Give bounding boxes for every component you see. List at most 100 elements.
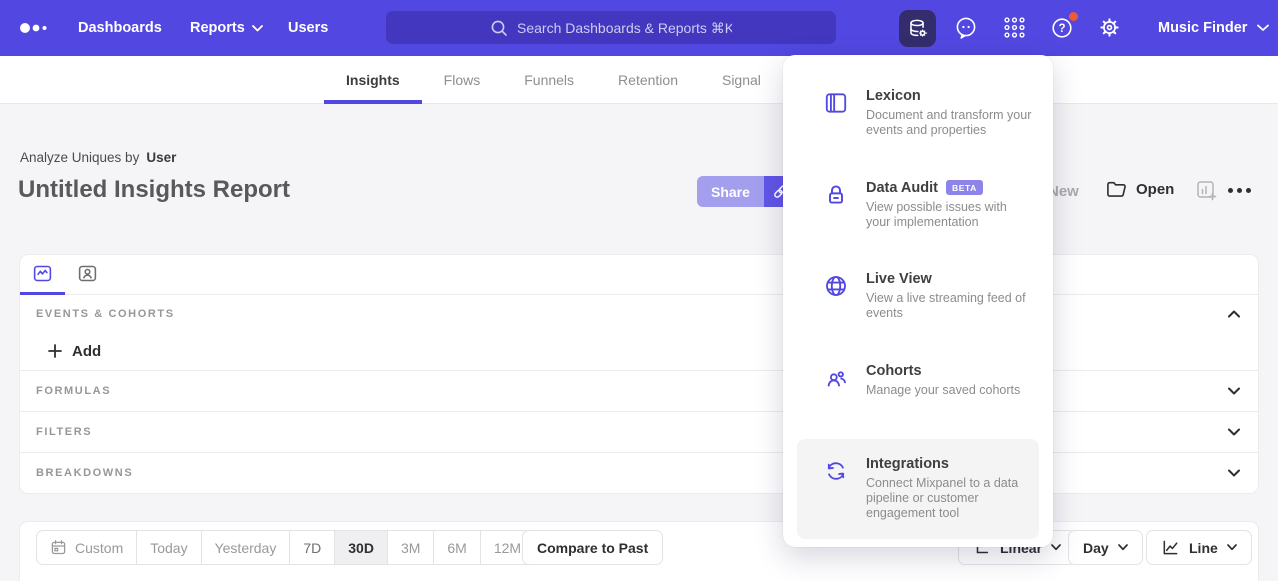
line-chart-icon [1161, 538, 1180, 557]
chevron-down-icon[interactable] [1228, 387, 1240, 395]
add-to-dashboard-icon[interactable] [1196, 180, 1218, 202]
plus-icon [48, 344, 62, 358]
events-cohorts-section[interactable]: EVENTS & COHORTS [20, 295, 1258, 332]
feedback-bubble-icon [953, 15, 979, 41]
segment-label: 12M [494, 540, 521, 556]
nav-reports-label: Reports [190, 20, 245, 36]
tab-flows[interactable]: Flows [422, 56, 503, 104]
database-gear-icon [906, 17, 929, 40]
menu-item-title: Live View [866, 271, 1034, 287]
menu-item-highlight: Integrations Connect Mixpanel to a data … [797, 439, 1039, 539]
data-tools-menu: Lexicon Document and transform your even… [783, 55, 1053, 547]
formulas-section[interactable]: FORMULAS [20, 370, 1258, 411]
segment-label: 3M [401, 540, 420, 556]
chevron-down-icon [1051, 544, 1061, 551]
feedback-button[interactable] [953, 15, 979, 41]
help-button[interactable]: ? [1049, 15, 1075, 41]
tab-signal[interactable]: Signal [700, 56, 783, 104]
chevron-down-icon[interactable] [1228, 428, 1240, 436]
add-event-button[interactable]: Add [20, 332, 1258, 370]
insights-chart-icon [32, 263, 53, 284]
segment-label: Yesterday [215, 540, 277, 556]
interval-dropdown[interactable]: Day [1068, 530, 1143, 565]
settings-button[interactable] [1097, 15, 1122, 40]
events-cohorts-label: EVENTS & COHORTS [36, 308, 175, 320]
calendar-icon [50, 539, 67, 556]
tab-funnels[interactable]: Funnels [502, 56, 596, 104]
nav-users-label: Users [288, 20, 328, 36]
mixpanel-logo-icon[interactable] [18, 18, 54, 38]
grid-dots-icon [1002, 15, 1027, 40]
apps-menu-button[interactable] [1002, 15, 1027, 40]
cohorts-icon [823, 363, 849, 398]
menu-item-live-view[interactable]: Live View View a live streaming feed of … [783, 271, 1053, 322]
search-icon [490, 19, 508, 37]
more-options-button[interactable] [1228, 188, 1251, 193]
segment-label: Today [150, 540, 187, 556]
segment-label: 30D [348, 540, 374, 556]
menu-item-title: Cohorts [866, 363, 1034, 379]
menu-item-data-audit[interactable]: Data Audit BETA View possible issues wit… [783, 180, 1053, 231]
subtitle-prefix: Analyze Uniques by [20, 150, 139, 165]
data-management-button[interactable] [899, 10, 936, 47]
beta-badge: BETA [946, 180, 983, 195]
interval-value: Day [1083, 540, 1109, 556]
builder-icon-tabs [20, 255, 1258, 295]
menu-item-integrations[interactable]: Integrations Connect Mixpanel to a data … [797, 456, 1029, 522]
range-30d[interactable]: 30D [334, 531, 387, 564]
tab-profiles-view[interactable] [65, 255, 110, 295]
range-custom[interactable]: Custom [37, 531, 136, 564]
range-6m[interactable]: 6M [433, 531, 479, 564]
nav-users[interactable]: Users [288, 0, 328, 56]
tab-label: Flows [444, 72, 481, 88]
chart-type-value: Line [1189, 540, 1218, 556]
filters-section[interactable]: FILTERS [20, 411, 1258, 452]
filters-label: FILTERS [36, 426, 92, 438]
tab-label: Funnels [524, 72, 574, 88]
live-view-icon [823, 271, 849, 322]
nav-dashboards[interactable]: Dashboards [78, 0, 162, 56]
segment-label: 7D [303, 540, 321, 556]
menu-item-title: Integrations [866, 456, 1034, 472]
nav-reports[interactable]: Reports [190, 0, 263, 56]
range-yesterday[interactable]: Yesterday [201, 531, 290, 564]
tab-insights[interactable]: Insights [324, 56, 422, 104]
report-tab-bar: Insights Flows Funnels Retention Signal … [0, 56, 1278, 104]
page-title[interactable]: Untitled Insights Report [18, 176, 290, 204]
workspace-name: Music Finder [1158, 20, 1247, 36]
formulas-label: FORMULAS [36, 385, 111, 397]
chevron-up-icon[interactable] [1228, 310, 1240, 318]
folder-icon [1106, 180, 1127, 198]
tab-label: Signal [722, 72, 761, 88]
chart-type-dropdown[interactable]: Line [1146, 530, 1252, 565]
share-button[interactable]: Share [697, 176, 764, 207]
share-label: Share [711, 184, 750, 200]
menu-item-desc: View possible issues with your implement… [866, 200, 1034, 231]
data-audit-icon [823, 180, 849, 231]
segment-label: Custom [75, 540, 123, 556]
add-label: Add [72, 343, 101, 360]
menu-item-lexicon[interactable]: Lexicon Document and transform your even… [783, 88, 1053, 139]
chevron-down-icon[interactable] [1228, 469, 1240, 477]
global-search[interactable] [386, 11, 836, 44]
open-report-button[interactable]: Open [1106, 180, 1174, 198]
breakdowns-label: BREAKDOWNS [36, 467, 133, 479]
range-7d[interactable]: 7D [289, 531, 334, 564]
tab-label: Retention [618, 72, 678, 88]
menu-item-desc: Connect Mixpanel to a data pipeline or c… [866, 476, 1034, 522]
search-input[interactable] [517, 20, 732, 36]
menu-item-desc: Document and transform your events and p… [866, 108, 1034, 139]
menu-item-title: Lexicon [866, 88, 1034, 104]
range-3m[interactable]: 3M [387, 531, 433, 564]
tab-events-view[interactable] [20, 255, 65, 295]
menu-item-cohorts[interactable]: Cohorts Manage your saved cohorts [783, 363, 1053, 398]
breakdowns-section[interactable]: BREAKDOWNS [20, 452, 1258, 493]
gear-icon [1097, 15, 1122, 40]
compare-to-past-button[interactable]: Compare to Past [522, 530, 663, 565]
tab-retention[interactable]: Retention [596, 56, 700, 104]
workspace-switcher[interactable]: Music Finder [1158, 0, 1269, 56]
top-navigation-bar: Dashboards Reports Users [0, 0, 1278, 56]
subtitle-value[interactable]: User [146, 150, 176, 165]
share-split-button: Share [697, 176, 797, 207]
range-today[interactable]: Today [136, 531, 200, 564]
